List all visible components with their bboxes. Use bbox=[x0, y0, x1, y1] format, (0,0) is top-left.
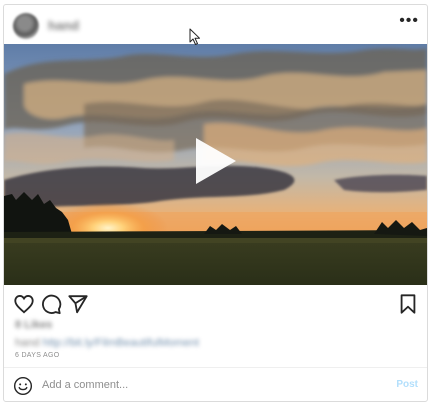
play-icon[interactable] bbox=[196, 138, 236, 184]
send-icon[interactable] bbox=[67, 293, 89, 315]
post-video[interactable] bbox=[4, 44, 427, 285]
caption-username[interactable]: hand bbox=[15, 337, 39, 349]
more-options-icon[interactable]: ••• bbox=[399, 13, 419, 29]
avatar[interactable] bbox=[13, 13, 39, 39]
post-timestamp[interactable]: 6 DAYS AGO bbox=[15, 352, 60, 359]
username[interactable]: hand bbox=[48, 18, 79, 33]
emoji-icon[interactable] bbox=[13, 376, 33, 396]
likes-count[interactable]: 8 Likes bbox=[15, 319, 52, 331]
caption-link[interactable]: http://bit.ly/FilmBeautifulMoment bbox=[43, 337, 200, 349]
bookmark-icon[interactable] bbox=[397, 293, 419, 315]
heart-icon[interactable] bbox=[13, 293, 35, 315]
mouse-cursor-icon bbox=[189, 28, 200, 45]
post-comment-button[interactable]: Post bbox=[396, 379, 418, 390]
post-card: hand ••• 8 Likes hand http://bit.ly/Film… bbox=[3, 4, 428, 402]
comment-input[interactable] bbox=[42, 377, 362, 393]
action-bar bbox=[4, 289, 427, 317]
post-header: hand ••• bbox=[4, 5, 427, 43]
comment-bar: Post bbox=[4, 368, 427, 401]
comment-bubble-icon[interactable] bbox=[40, 293, 62, 315]
caption: hand http://bit.ly/FilmBeautifulMoment bbox=[15, 337, 199, 349]
